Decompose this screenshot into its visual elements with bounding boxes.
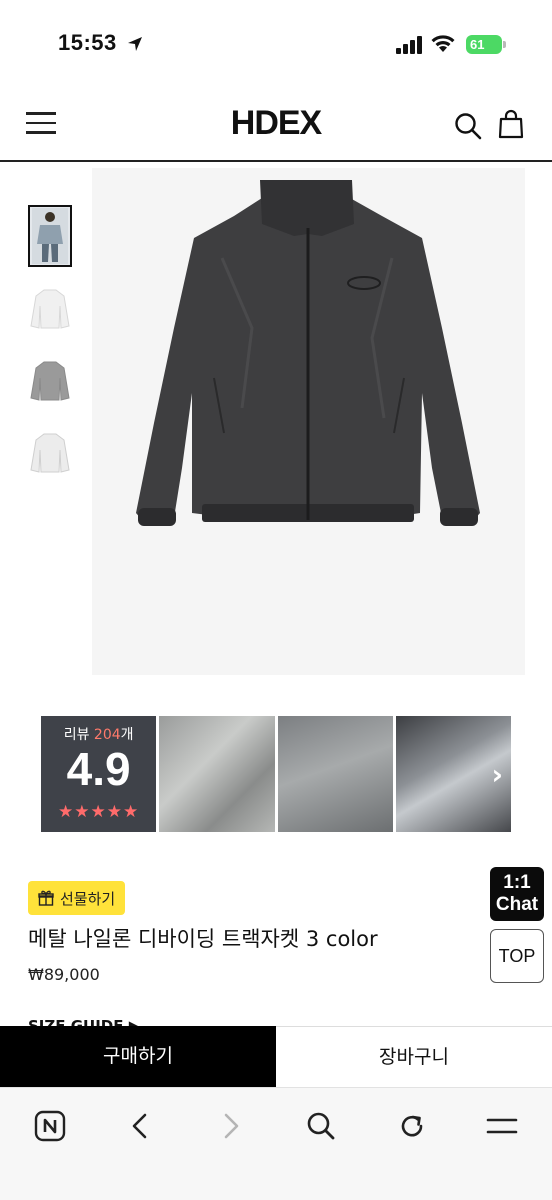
review-summary-tile[interactable]: 리뷰 204개 4.9 ★★★★★ [41, 716, 157, 832]
review-image-strip: 리뷰 204개 4.9 ★★★★★ › [41, 716, 511, 832]
review-photo[interactable] [159, 716, 275, 832]
chat-label-line1: 1:1 [503, 872, 531, 893]
product-page: 15:53 61 HDEX 리뷰 204개 4.9 ★★★★★ › 선물하기 메… [0, 0, 552, 1200]
product-price: ₩89,000 [28, 965, 100, 984]
review-photo[interactable] [277, 716, 393, 832]
review-photo[interactable]: › [395, 716, 511, 832]
reload-icon[interactable] [392, 1106, 432, 1146]
forward-icon[interactable] [211, 1106, 251, 1146]
thumbnail-gray[interactable] [28, 349, 72, 411]
bag-icon[interactable] [498, 109, 524, 139]
site-header: HDEX [0, 90, 552, 162]
review-score: 4.9 [66, 743, 131, 795]
jacket-image [136, 180, 480, 526]
thumbnail-gray-image [30, 361, 70, 401]
location-arrow-icon [128, 37, 142, 51]
back-icon[interactable] [120, 1106, 160, 1146]
chat-button[interactable]: 1:1 Chat [490, 867, 544, 921]
thumbnail-list [28, 205, 72, 493]
browser-toolbar [0, 1087, 552, 1200]
tabs-menu-icon[interactable] [482, 1106, 522, 1146]
thumbnail-model-image [32, 208, 68, 264]
buy-button[interactable]: 구매하기 [0, 1026, 276, 1087]
rating-stars: ★★★★★ [58, 802, 140, 822]
chat-label-line2: Chat [495, 894, 539, 915]
signal-icon [396, 36, 422, 54]
thumbnail-model[interactable] [28, 205, 72, 267]
scroll-top-button[interactable]: TOP [490, 929, 544, 983]
thumbnail-white[interactable] [28, 277, 72, 339]
add-to-cart-button[interactable]: 장바구니 [276, 1026, 552, 1087]
thumbnail-light-image [30, 433, 70, 473]
chevron-right-icon[interactable]: › [491, 758, 503, 791]
review-count: 리뷰 204개 [63, 727, 134, 743]
status-time: 15:53 [58, 30, 117, 55]
gift-label: 선물하기 [60, 889, 116, 908]
thumbnail-white-image [30, 289, 70, 329]
gift-button[interactable]: 선물하기 [28, 881, 126, 915]
search-icon[interactable] [454, 112, 482, 140]
purchase-actions: 구매하기 장바구니 [0, 1026, 552, 1087]
thumbnail-light[interactable] [28, 421, 72, 483]
search-icon[interactable] [301, 1106, 341, 1146]
gift-icon [38, 890, 54, 906]
naver-home-icon[interactable] [30, 1106, 70, 1146]
wifi-icon [431, 35, 455, 52]
product-title: 메탈 나일론 디바이딩 트랙자켓 3 color [28, 927, 378, 951]
status-bar: 15:53 61 [0, 0, 552, 90]
product-main-image[interactable] [92, 168, 525, 675]
battery-icon: 61 [466, 35, 506, 54]
